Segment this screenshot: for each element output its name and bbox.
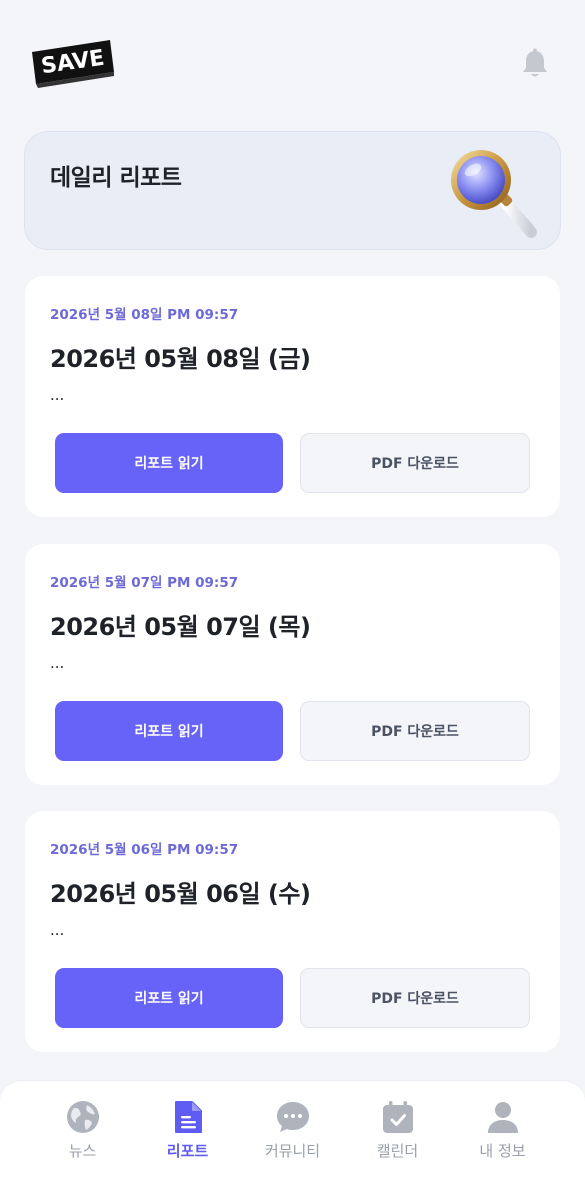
report-card: 2026년 5월 07일 PM 09:57 2026년 05월 07일 (목) … bbox=[25, 544, 560, 785]
nav-label-news: 뉴스 bbox=[68, 1142, 97, 1160]
read-report-button[interactable]: 리포트 읽기 bbox=[55, 701, 283, 761]
report-timestamp: 2026년 5월 07일 PM 09:57 bbox=[50, 575, 239, 591]
banner-title: 데일리 리포트 bbox=[50, 165, 182, 191]
report-summary: ... bbox=[50, 921, 65, 939]
report-summary: ... bbox=[50, 386, 65, 404]
nav-item-report[interactable]: 리포트 bbox=[129, 1081, 246, 1181]
report-summary: ... bbox=[50, 654, 65, 672]
nav-item-my-info[interactable]: 내 정보 bbox=[444, 1081, 561, 1181]
nav-label-community: 커뮤니티 bbox=[264, 1142, 321, 1160]
calendar-check-icon bbox=[383, 1101, 413, 1133]
save-logo[interactable]: SAVE bbox=[28, 38, 116, 88]
report-timestamp: 2026년 5월 06일 PM 09:57 bbox=[50, 842, 239, 858]
document-icon bbox=[175, 1101, 202, 1133]
report-card: 2026년 5월 08일 PM 09:57 2026년 05월 08일 (금) … bbox=[25, 276, 560, 517]
nav-label-my-info: 내 정보 bbox=[479, 1142, 526, 1160]
magnifier-icon bbox=[451, 150, 537, 238]
daily-report-screen: SAVE 데일리 리포트 2026년 5월 08일 PM 09:57 2026년… bbox=[0, 0, 585, 1199]
report-title: 2026년 05월 06일 (수) bbox=[50, 880, 311, 908]
report-title: 2026년 05월 07일 (목) bbox=[50, 613, 311, 641]
globe-icon bbox=[67, 1101, 99, 1133]
nav-label-report: 리포트 bbox=[166, 1142, 209, 1160]
bell-icon[interactable] bbox=[520, 48, 550, 80]
person-icon bbox=[488, 1102, 518, 1133]
read-report-button[interactable]: 리포트 읽기 bbox=[55, 433, 283, 493]
pdf-download-button[interactable]: PDF 다운로드 bbox=[300, 968, 530, 1028]
report-card: 2026년 5월 06일 PM 09:57 2026년 05월 06일 (수) … bbox=[25, 811, 560, 1052]
report-timestamp: 2026년 5월 08일 PM 09:57 bbox=[50, 307, 239, 323]
nav-item-news[interactable]: 뉴스 bbox=[24, 1081, 141, 1181]
chat-bubble-icon bbox=[277, 1102, 309, 1132]
nav-item-community[interactable]: 커뮤니티 bbox=[234, 1081, 351, 1181]
app-header: SAVE bbox=[0, 0, 585, 110]
report-title: 2026년 05월 08일 (금) bbox=[50, 345, 311, 373]
daily-report-banner: 데일리 리포트 bbox=[24, 131, 561, 250]
read-report-button[interactable]: 리포트 읽기 bbox=[55, 968, 283, 1028]
pdf-download-button[interactable]: PDF 다운로드 bbox=[300, 701, 530, 761]
pdf-download-button[interactable]: PDF 다운로드 bbox=[300, 433, 530, 493]
nav-item-calendar[interactable]: 캘린더 bbox=[339, 1081, 456, 1181]
bottom-navigation: 뉴스 리포트 커뮤니티 캘린더 내 정보 bbox=[0, 1080, 585, 1199]
nav-label-calendar: 캘린더 bbox=[376, 1142, 419, 1160]
